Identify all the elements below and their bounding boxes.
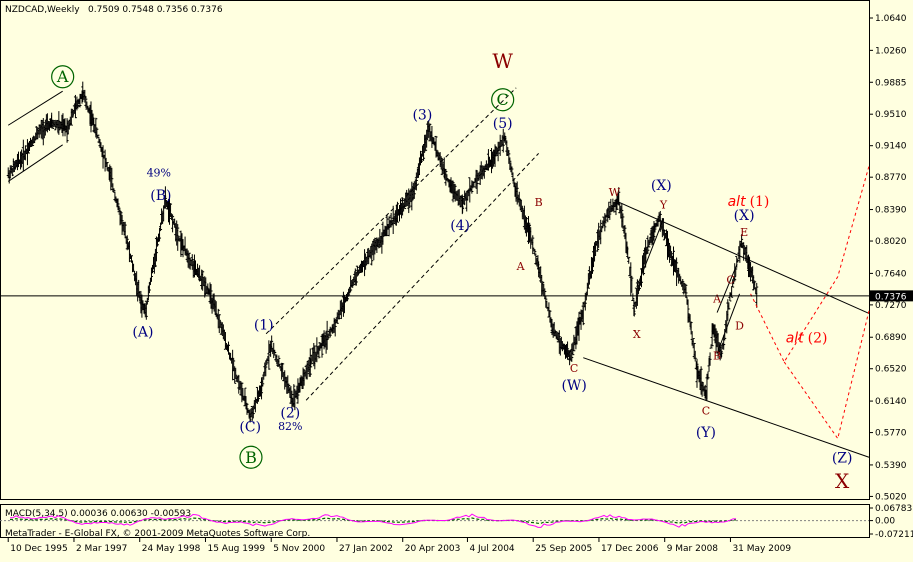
time-tick-label: 2 Mar 1997	[76, 544, 127, 554]
wave-label: B	[535, 196, 543, 209]
wave-label: (X)	[734, 208, 755, 224]
wave-label: (Y)	[696, 425, 716, 441]
chart-ohlc: 0.7509 0.7548 0.7356 0.7376	[88, 5, 223, 15]
price-tick-label: 0.9140	[875, 142, 907, 152]
chart-window[interactable]: NZDCAD,Weekly 0.7509 0.7548 0.7356 0.737…	[0, 0, 913, 558]
wave-label: C	[570, 362, 578, 375]
wave-label: X	[633, 328, 641, 341]
price-tick-label: 0.8020	[875, 237, 907, 247]
wave-text: A	[56, 67, 69, 86]
time-tick-label: 5 Nov 2000	[273, 544, 325, 554]
time-tick-label: 15 Aug 1999	[207, 544, 265, 554]
indicator-tick-label: 0.06783	[875, 504, 912, 514]
time-tick-label: 9 Mar 2008	[667, 544, 719, 554]
indicator-tick-label: 0.00	[875, 517, 895, 527]
indicator-label: MACD(5,34,5) 0.00036 0.00630 -0.00593	[5, 509, 191, 519]
wave-label: C	[726, 274, 734, 287]
time-tick-label: 4 Jul 2004	[469, 544, 514, 554]
wave-label: 49%	[147, 166, 171, 179]
indicator-tick-label: -0.07211	[875, 530, 913, 540]
wave-label: (Z)	[832, 450, 853, 466]
price-tick-label: 0.5020	[875, 492, 907, 502]
price-tick-label: 0.6520	[875, 365, 907, 375]
alt-wave: (2)	[808, 330, 828, 346]
alt-one-alt-word: alt	[728, 194, 746, 210]
wave-label: (1)	[254, 318, 274, 334]
wave-label: (B)	[150, 188, 171, 204]
alt-one-wave: (1)	[750, 194, 770, 210]
wave-label: (5)	[493, 116, 513, 132]
wave-label: (A)	[132, 324, 153, 340]
wave-label: C	[702, 405, 710, 418]
wave-label: (X)	[651, 178, 672, 194]
chart-symbol: NZDCAD,Weekly	[5, 5, 80, 15]
wave-text: B	[245, 448, 257, 467]
wave-label: (3)	[412, 107, 432, 123]
wave-text: C	[497, 90, 509, 109]
price-tick-label: 0.5390	[875, 461, 907, 471]
price-tick-label: 0.7270	[875, 301, 907, 311]
price-tick-label: 0.8770	[875, 173, 907, 183]
price-tick-label: 0.7640	[875, 269, 907, 279]
price-tick-label: 0.6140	[875, 397, 907, 407]
wave-label: W	[492, 49, 513, 73]
alt-word: alt	[786, 330, 804, 346]
time-tick-label: 27 Jan 2002	[339, 544, 393, 554]
time-tick-label: 20 Apr 2003	[405, 544, 461, 554]
wave-label: (2)	[280, 405, 300, 421]
price-tick-label: 0.5770	[875, 429, 907, 439]
wave-label: A	[712, 292, 722, 305]
wave-label: E	[740, 226, 748, 239]
wave-label: (W)	[561, 378, 586, 394]
footer-copyright: MetaTrader - E-Global FX, © 2001-2009 Me…	[5, 529, 310, 539]
time-tick-label: 10 Dec 1995	[10, 544, 68, 554]
time-tick-label: 31 May 2009	[732, 544, 791, 554]
wave-label: X	[835, 469, 850, 493]
current-price-label: 0.7376	[875, 292, 907, 302]
wave-label: A	[516, 260, 526, 273]
wave-label: 82%	[278, 420, 302, 433]
price-tick-label: 0.9885	[875, 78, 907, 88]
time-tick-label: 25 Sep 2005	[535, 544, 592, 554]
time-tick-label: 24 May 1998	[142, 544, 201, 554]
price-tick-label: 1.0640	[875, 14, 907, 24]
price-tick-label: 0.8390	[875, 206, 907, 216]
wave-label: B	[713, 349, 721, 362]
wave-label: D	[735, 320, 744, 333]
wave-label: (4)	[450, 218, 470, 234]
time-tick-label: 17 Dec 2006	[601, 544, 659, 554]
price-chart[interactable]: NZDCAD,Weekly 0.7509 0.7548 0.7356 0.737…	[0, 0, 913, 558]
price-tick-label: 0.9510	[875, 110, 907, 120]
wave-label: (C)	[239, 420, 261, 436]
wave-label: W	[609, 186, 621, 199]
wave-label: Y	[659, 199, 668, 212]
price-tick-label: 1.0260	[875, 46, 907, 56]
price-tick-label: 0.6890	[875, 333, 907, 343]
